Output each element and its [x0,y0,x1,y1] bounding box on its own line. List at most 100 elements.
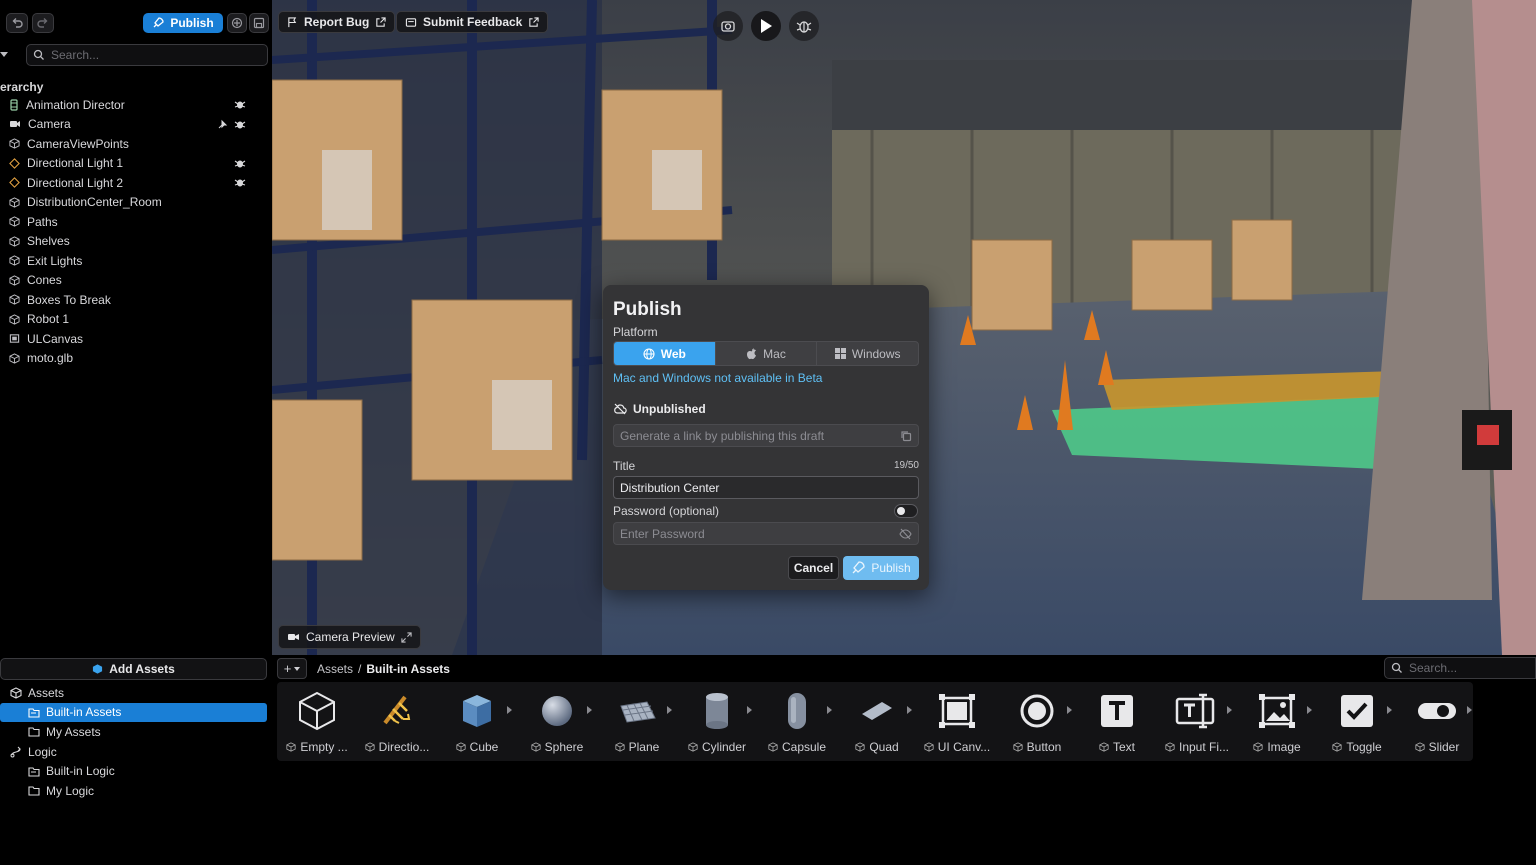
asset-item-directional-light[interactable]: Directio... [357,682,437,761]
sphere-icon [542,696,572,726]
hierarchy-item[interactable]: Animation Director [0,95,272,115]
hierarchy-item-label: Boxes To Break [27,292,111,307]
asset-search-placeholder: Search... [1409,661,1458,675]
filter-dropdown-icon[interactable] [0,52,8,57]
platform-web-tab[interactable]: Web [614,342,716,365]
hierarchy-search-input[interactable]: Search... [26,44,268,66]
bug-icon[interactable] [234,118,246,130]
tree-item-label: My Logic [46,783,95,798]
save-button[interactable] [249,13,269,33]
platform-windows-tab[interactable]: Windows [817,342,918,365]
slider-icon [1418,703,1456,719]
undo-button[interactable] [6,13,28,33]
object-icon [688,742,698,752]
hierarchy-item[interactable]: moto.glb [0,349,272,369]
debug-button[interactable] [789,11,819,41]
asset-item-input-field[interactable]: Input Fi... [1157,682,1237,761]
bug-icon[interactable] [234,176,246,188]
hierarchy-item[interactable]: Directional Light 2 [0,173,272,193]
asset-item-text[interactable]: Text [1077,682,1157,761]
object-icon [531,742,541,752]
tree-item-my-logic[interactable]: My Logic [0,781,272,801]
bug-icon[interactable] [234,98,246,110]
asset-search-input[interactable]: Search... [1384,657,1536,679]
tree-item-assets[interactable]: Assets [0,683,272,703]
tree-item-label: Logic [28,744,57,759]
tree-item-built-in-assets[interactable]: Built-in Assets [0,702,267,723]
hierarchy-item[interactable]: Shelves [0,232,272,252]
plus-icon: + [283,661,292,676]
platform-web-label: Web [660,346,686,361]
expand-arrow-icon[interactable] [1467,706,1472,714]
hierarchy-item[interactable]: Directional Light 1 [0,154,272,174]
expand-arrow-icon[interactable] [507,706,512,714]
expand-arrow-icon[interactable] [827,706,832,714]
publish-link-field[interactable]: Generate a link by publishing this draft [613,424,919,447]
password-input[interactable]: Enter Password [613,522,919,545]
asset-item-quad[interactable]: Quad [837,682,917,761]
object-icon [9,236,20,247]
submit-feedback-button[interactable]: Submit Feedback [396,11,549,33]
play-button[interactable] [751,11,781,41]
object-icon [1099,742,1109,752]
asset-item-cylinder[interactable]: Cylinder [677,682,757,761]
asset-label: Toggle [1346,740,1382,754]
asset-item-ui-canvas[interactable]: UI Canv... [917,682,997,761]
tree-item-logic[interactable]: Logic [0,742,272,762]
platform-label: Platform [613,325,658,339]
asset-item-toggle[interactable]: Toggle [1317,682,1397,761]
expand-arrow-icon[interactable] [1227,706,1232,714]
asset-item-slider[interactable]: Slider [1397,682,1477,761]
bug-icon[interactable] [234,157,246,169]
cube-outline-icon [299,691,335,731]
pin-icon[interactable] [217,118,229,130]
asset-item-plane[interactable]: Plane [597,682,677,761]
report-bug-button[interactable]: Report Bug [278,11,396,33]
breadcrumb-item[interactable]: Assets [317,662,353,676]
hierarchy-item[interactable]: Robot 1 [0,310,272,330]
title-counter: 19/50 [893,460,919,471]
cancel-button[interactable]: Cancel [788,556,839,580]
expand-arrow-icon[interactable] [1387,706,1392,714]
camera-preview-chip[interactable]: Camera Preview [278,625,421,649]
add-assets-button[interactable]: Add Assets [0,658,267,680]
object-icon [855,742,865,752]
expand-arrow-icon[interactable] [1067,706,1072,714]
expand-arrow-icon[interactable] [667,706,672,714]
devices-button[interactable] [227,13,247,33]
hierarchy-item-label: Directional Light 1 [27,156,124,171]
expand-arrow-icon[interactable] [907,706,912,714]
expand-arrow-icon[interactable] [747,706,752,714]
hierarchy-item[interactable]: Cones [0,271,272,291]
asset-item-sphere[interactable]: Sphere [517,682,597,761]
hierarchy-item[interactable]: Exit Lights [0,251,272,271]
button-icon [1020,694,1054,728]
tree-item-my-assets[interactable]: My Assets [0,722,272,742]
tree-item-built-in-logic[interactable]: Built-in Logic [0,761,272,781]
asset-item-empty[interactable]: Empty ... [277,682,357,761]
dialog-publish-button[interactable]: Publish [843,556,919,580]
hierarchy-item[interactable]: Paths [0,212,272,232]
expand-arrow-icon[interactable] [1307,706,1312,714]
asset-item-capsule[interactable]: Capsule [757,682,837,761]
redo-button[interactable] [32,13,54,33]
password-toggle[interactable] [894,504,918,518]
create-dropdown-button[interactable]: + [277,658,307,679]
asset-item-button[interactable]: Button [997,682,1077,761]
platform-mac-tab[interactable]: Mac [716,342,818,365]
screenshot-button[interactable] [713,11,743,41]
hierarchy-item[interactable]: Boxes To Break [0,290,272,310]
hierarchy-item[interactable]: Camera [0,115,272,135]
hierarchy-item[interactable]: ULCanvas [0,329,272,349]
asset-item-cube[interactable]: Cube [437,682,517,761]
eye-off-icon[interactable] [899,528,912,540]
expand-arrow-icon[interactable] [587,706,592,714]
camera-capture-icon [721,21,735,32]
title-input[interactable]: Distribution Center [613,476,919,499]
hierarchy-item[interactable]: CameraViewPoints [0,134,272,154]
asset-item-image[interactable]: Image [1237,682,1317,761]
hierarchy-item[interactable]: DistributionCenter_Room [0,193,272,213]
copy-icon[interactable] [900,430,912,442]
publish-button[interactable]: Publish [143,13,223,33]
apple-icon [747,348,757,359]
